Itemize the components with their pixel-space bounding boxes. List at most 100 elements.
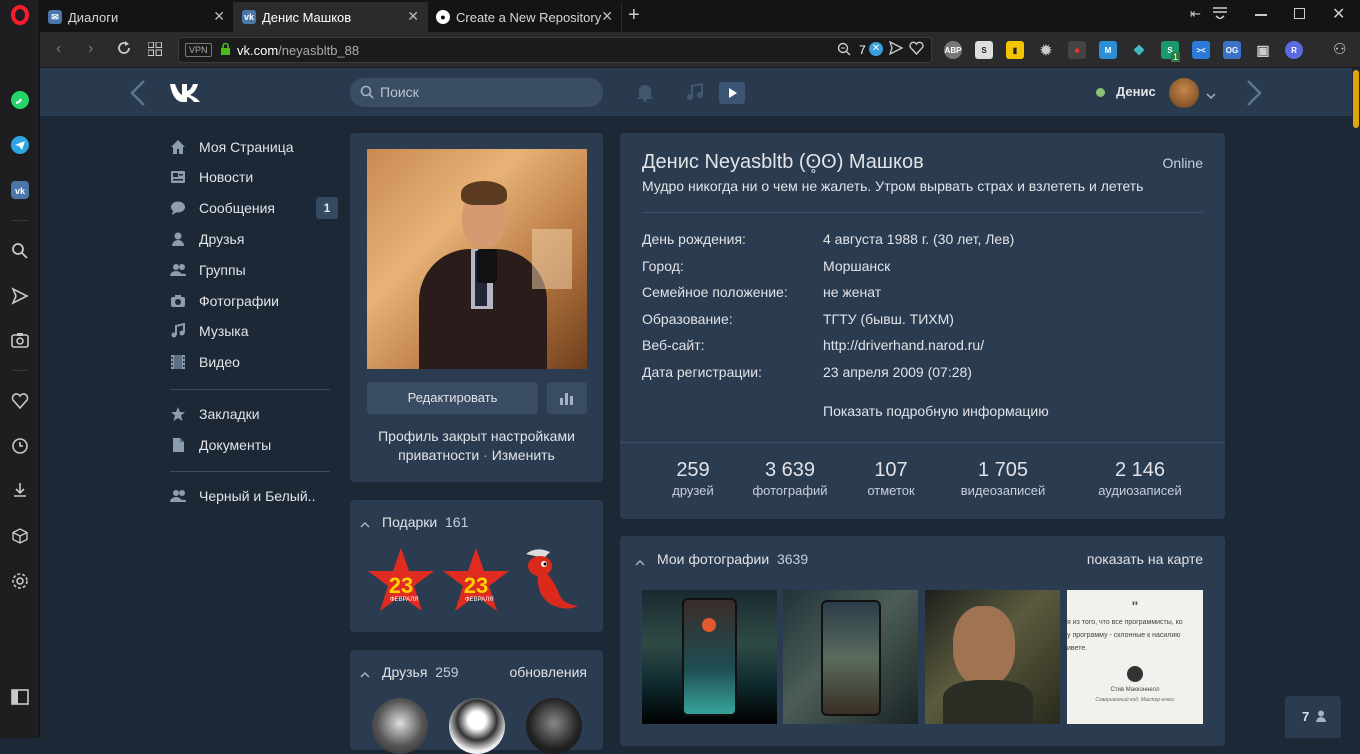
info-value[interactable]: ТГТУ (бывш. ТИХМ) (823, 311, 954, 327)
friends-updates-link[interactable]: обновления (509, 664, 587, 680)
adblock-plus-ext-icon[interactable]: ABP (944, 41, 962, 59)
collapse-chevron-icon[interactable] (360, 666, 370, 684)
profile-photo[interactable] (367, 149, 587, 369)
close-icon[interactable]: ✕ (213, 8, 225, 25)
sidebar-item-news[interactable]: Новости (170, 167, 253, 187)
sidebar-item-video[interactable]: Видео (170, 352, 240, 372)
arrows-ext-icon[interactable]: >< (1192, 41, 1210, 59)
camera-icon[interactable] (0, 326, 40, 354)
stats-button[interactable] (547, 382, 587, 414)
sidebar-item-music[interactable]: Музыка (170, 321, 249, 341)
nav-back-arrow-icon[interactable] (128, 78, 148, 113)
zoom-icon[interactable] (837, 42, 851, 61)
page-scrollbar[interactable] (1352, 68, 1360, 738)
url-text[interactable]: vk.com/neyasbltb_88 (237, 43, 359, 58)
new-tab-icon[interactable]: + (628, 4, 640, 27)
gear-ext-icon[interactable]: ✹ (1037, 41, 1055, 59)
show-on-map-link[interactable]: показать на карте (1087, 551, 1203, 567)
tab-github[interactable]: ● Create a New Repository ✕ (428, 2, 622, 32)
gifts-title[interactable]: Подарки 161 (382, 514, 468, 530)
search-input[interactable]: Поиск (350, 78, 603, 107)
header-user-name[interactable]: Денис (1116, 84, 1156, 99)
back-icon[interactable]: ‹ (56, 40, 61, 58)
sidebar-item-group-black-white[interactable]: Черный и Белый.. (170, 486, 315, 506)
speed-dial-icon[interactable] (147, 41, 162, 61)
adblock-shield-icon[interactable]: ✕ (869, 42, 883, 56)
collapse-chevron-icon[interactable] (360, 516, 370, 534)
header-avatar[interactable] (1169, 78, 1199, 108)
play-video-icon[interactable] (719, 82, 745, 104)
vk-sidebar-icon[interactable]: vk (0, 176, 40, 204)
download-icon[interactable] (0, 476, 40, 504)
sidebar-item-photos[interactable]: Фотографии (170, 291, 279, 311)
photo-thumbnail[interactable] (925, 590, 1060, 724)
restore-icon[interactable] (1294, 8, 1305, 19)
whatsapp-icon[interactable] (0, 86, 40, 114)
gift-star-23[interactable]: 23 ФЕВРАЛЯ (366, 546, 436, 621)
gift-dragon[interactable] (516, 544, 586, 621)
save-ext-icon[interactable]: ▣ (1254, 41, 1272, 59)
counter-photos[interactable]: 3 639 фотографий (740, 459, 840, 500)
note-ext-icon[interactable]: ▮ (1006, 41, 1024, 59)
sidebar-item-documents[interactable]: Документы (170, 435, 271, 455)
m-ext-icon[interactable]: M (1099, 41, 1117, 59)
photo-thumbnail-quote[interactable]: " я из того, что все программисты, ко у … (1067, 590, 1203, 724)
heart-icon[interactable] (0, 387, 40, 415)
friend-avatar[interactable] (449, 698, 505, 754)
url-field[interactable]: VPN vk.com/neyasbltb_88 7 ✕ (178, 37, 932, 63)
search-icon[interactable] (0, 237, 40, 265)
close-icon[interactable]: ✕ (601, 8, 613, 25)
close-window-icon[interactable]: ✕ (1332, 4, 1345, 24)
counter-tags[interactable]: 107 отметок (851, 459, 931, 500)
settings-gear-icon[interactable] (0, 567, 40, 595)
tab-menu-icon[interactable] (1213, 5, 1227, 24)
telegram-icon[interactable] (0, 131, 40, 159)
profile-icon[interactable]: ⚇ (1333, 40, 1346, 58)
info-value[interactable]: Моршанск (823, 258, 890, 274)
photo-thumbnail[interactable] (783, 590, 918, 724)
r-ext-icon[interactable]: R (1285, 41, 1303, 59)
history-icon[interactable] (0, 432, 40, 460)
opera-logo-icon[interactable] (0, 1, 40, 29)
vk-logo-icon[interactable] (168, 80, 206, 109)
notifications-bell-icon[interactable] (635, 82, 655, 107)
edit-profile-button[interactable]: Редактировать (367, 382, 538, 414)
show-more-info-link[interactable]: Показать подробную информацию (823, 403, 1049, 419)
friend-avatar[interactable] (372, 698, 428, 754)
friends-title[interactable]: Друзья 259 (382, 664, 459, 680)
friend-avatar[interactable] (526, 698, 582, 754)
photos-title[interactable]: Мои фотографии 3639 (657, 551, 808, 567)
sidebar-item-groups[interactable]: Группы (170, 260, 246, 280)
pin-icon[interactable]: ⇤ (1190, 6, 1201, 22)
info-value[interactable]: 4 августа 1988 г. (30 лет, Лев) (823, 231, 1014, 247)
vpn-badge[interactable]: VPN (185, 43, 212, 57)
og-ext-icon[interactable]: OG (1223, 41, 1241, 59)
sidebar-item-friends[interactable]: Друзья (170, 229, 244, 249)
counter-friends[interactable]: 259 друзей (653, 459, 733, 500)
s-ext-icon[interactable]: S (975, 41, 993, 59)
gift-star-23[interactable]: 23 ФЕВРАЛЯ (441, 546, 511, 621)
sidebar-toggle-icon[interactable] (0, 683, 40, 711)
bookmark-heart-icon[interactable] (909, 41, 924, 60)
scrollbar-thumb[interactable] (1353, 70, 1359, 128)
sidebar-item-messages[interactable]: Сообщения (170, 198, 275, 218)
minimize-icon[interactable] (1255, 14, 1267, 16)
counter-audio[interactable]: 2 146 аудиозаписей (1075, 459, 1205, 500)
tab-dialogs[interactable]: ✉ Диалоги ✕ (40, 2, 234, 32)
music-note-icon[interactable] (685, 82, 705, 107)
info-value[interactable]: не женат (823, 284, 881, 300)
nav-forward-arrow-icon[interactable] (1244, 78, 1264, 113)
leaf-ext-icon[interactable]: ❖ (1130, 41, 1148, 59)
info-value[interactable]: http://driverhand.narod.ru/ (823, 337, 984, 353)
close-icon[interactable]: ✕ (407, 8, 419, 25)
privacy-change-link[interactable]: Изменить (492, 447, 555, 463)
extensions-cube-icon[interactable] (0, 522, 40, 550)
reload-icon[interactable] (116, 40, 132, 61)
forward-icon[interactable]: › (88, 40, 93, 58)
profile-status-text[interactable]: Мудро никогда ни о чем не жалеть. Утром … (642, 178, 1143, 194)
photo-thumbnail[interactable] (642, 590, 777, 724)
collapse-chevron-icon[interactable] (635, 554, 645, 572)
counter-videos[interactable]: 1 705 видеозаписей (943, 459, 1063, 500)
sidebar-item-my-page[interactable]: Моя Страница (170, 137, 294, 157)
friends-online-widget[interactable]: 7 (1285, 696, 1341, 738)
